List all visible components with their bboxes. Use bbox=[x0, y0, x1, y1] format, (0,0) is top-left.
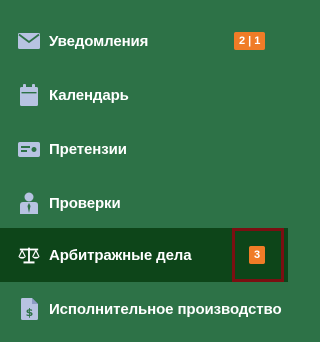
notification-count-badge: 2 | 1 bbox=[234, 32, 266, 50]
sidebar-item-label: Исполнительное производство bbox=[49, 300, 282, 318]
sidebar-item-label: Претензии bbox=[49, 140, 127, 158]
sidebar-item-claims[interactable]: Претензии bbox=[0, 122, 288, 176]
sidebar-item-label: Арбитражные дела bbox=[49, 246, 192, 264]
scales-icon bbox=[18, 244, 40, 266]
calendar-icon bbox=[18, 84, 40, 106]
sidebar-item-calendar[interactable]: Календарь bbox=[0, 68, 288, 122]
sidebar-item-notifications[interactable]: Уведомления 2 | 1 bbox=[0, 14, 288, 68]
inspector-icon bbox=[18, 192, 40, 214]
sidebar-item-label: Проверки bbox=[49, 194, 121, 212]
sidebar-item-label: Уведомления bbox=[49, 32, 149, 50]
sidebar-item-enforcement-proceedings[interactable]: $ Исполнительное производство bbox=[0, 282, 288, 336]
card-icon bbox=[18, 138, 40, 160]
envelope-icon bbox=[18, 30, 40, 52]
sidebar-menu: Уведомления 2 | 1 Календарь Претензии Пр… bbox=[0, 0, 288, 342]
arbitration-count-badge: 3 bbox=[249, 246, 266, 264]
dollar-document-icon: $ bbox=[18, 298, 40, 320]
sidebar-item-inspections[interactable]: Проверки bbox=[0, 176, 288, 230]
svg-text:$: $ bbox=[25, 306, 33, 319]
sidebar-item-arbitration-cases[interactable]: Арбитражные дела 3 bbox=[0, 228, 288, 282]
sidebar-item-label: Календарь bbox=[49, 86, 129, 104]
